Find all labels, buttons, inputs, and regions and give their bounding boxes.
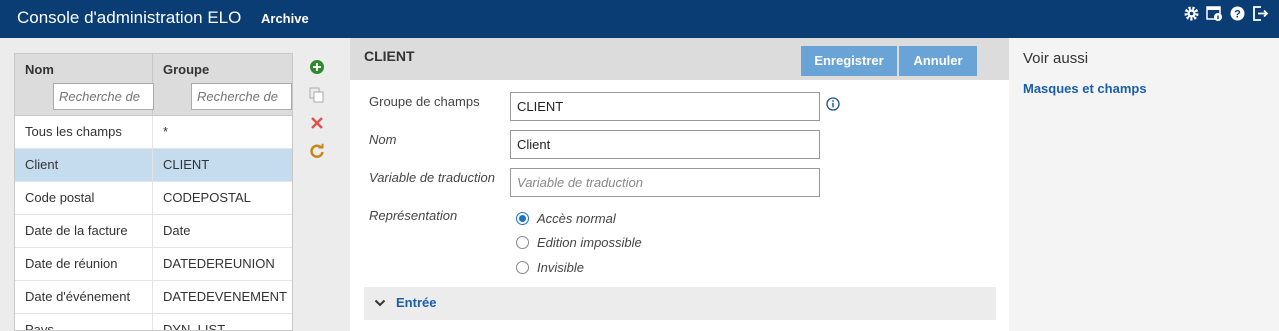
- radio-label: Accès normal: [537, 211, 616, 226]
- window-info-icon[interactable]: [1206, 5, 1223, 22]
- radio-edit-impossible[interactable]: Edition impossible: [516, 235, 642, 250]
- row-name: Tous les champs: [15, 116, 153, 149]
- table-row[interactable]: Date d'événement DATEDEVENEMENT: [15, 281, 292, 314]
- row-name: Date de réunion: [15, 248, 153, 281]
- table-row[interactable]: Pays DYN_LIST: [15, 314, 292, 331]
- add-icon[interactable]: [309, 59, 325, 75]
- table-row-selected[interactable]: Client CLIENT: [15, 149, 292, 182]
- row-group: CLIENT: [163, 157, 210, 172]
- translation-input[interactable]: Variable de traduction: [510, 168, 820, 197]
- see-also-panel: Voir aussi Masques et champs: [1009, 38, 1279, 331]
- column-group: Groupe: [153, 54, 292, 116]
- editor-title: CLIENT: [364, 48, 415, 64]
- row-name: Pays: [15, 314, 153, 330]
- help-icon[interactable]: ?: [1229, 5, 1246, 22]
- copy-icon[interactable]: [309, 87, 325, 103]
- section-entry[interactable]: Entrée: [364, 287, 996, 320]
- svg-text:?: ?: [1234, 9, 1241, 21]
- row-group: Date: [163, 223, 191, 238]
- table-row[interactable]: Date de la facture Date: [15, 215, 292, 248]
- editor-panel: CLIENT Enregistrer Annuler Groupe de cha…: [350, 38, 1009, 331]
- translation-label: Variable de traduction: [369, 170, 495, 185]
- group-label: Groupe de champs: [369, 94, 480, 109]
- row-group: DYN_LIST: [163, 322, 226, 331]
- logout-icon[interactable]: [1252, 5, 1269, 22]
- radio-invisible[interactable]: Invisible: [516, 260, 584, 275]
- radio-unchecked-icon: [516, 236, 529, 249]
- column-name: Nom: [15, 54, 154, 116]
- table-row[interactable]: Date de réunion DATEDEREUNION: [15, 248, 292, 281]
- see-also-title: Voir aussi: [1023, 50, 1089, 67]
- fields-table: Nom Groupe Tous les champs * Client CLIE…: [14, 53, 293, 331]
- table-row[interactable]: Code postal CODEPOSTAL: [15, 182, 292, 215]
- delete-icon[interactable]: [309, 115, 325, 131]
- masks-fields-link[interactable]: Masques et champs: [1023, 81, 1147, 96]
- cancel-button[interactable]: Annuler: [899, 46, 977, 76]
- group-filter-input[interactable]: [191, 83, 292, 110]
- save-button[interactable]: Enregistrer: [801, 46, 897, 76]
- row-name: Date d'événement: [15, 281, 153, 314]
- header-icons: ?: [1183, 5, 1269, 22]
- refresh-icon[interactable]: [309, 143, 325, 159]
- chevron-down-icon: [374, 297, 386, 309]
- row-group: *: [163, 124, 169, 139]
- editor-header: CLIENT Enregistrer Annuler: [350, 38, 1009, 80]
- list-toolbar: [309, 59, 329, 171]
- name-filter-input[interactable]: [53, 83, 154, 110]
- row-group: CODEPOSTAL: [163, 190, 251, 205]
- radio-label: Edition impossible: [537, 235, 642, 250]
- app-title: Console d'administration ELO: [17, 8, 242, 27]
- row-name: Client: [15, 149, 153, 182]
- table-header: Nom Groupe: [15, 54, 292, 116]
- gear-icon[interactable]: [1183, 5, 1200, 22]
- representation-label: Représentation: [369, 208, 458, 223]
- name-input[interactable]: Client: [510, 130, 820, 159]
- column-group-label: Groupe: [163, 62, 210, 77]
- row-group: DATEDEVENEMENT: [163, 289, 287, 304]
- radio-normal-access[interactable]: Accès normal: [516, 211, 616, 226]
- info-icon[interactable]: [826, 97, 840, 111]
- table-row[interactable]: Tous les champs *: [15, 116, 292, 149]
- group-input[interactable]: CLIENT: [510, 92, 820, 121]
- radio-label: Invisible: [537, 260, 584, 275]
- app-subtitle: Archive: [261, 11, 309, 26]
- radio-unchecked-icon: [516, 261, 529, 274]
- section-label: Entrée: [396, 295, 437, 310]
- app-header: Console d'administration ELO Archive ?: [0, 0, 1279, 38]
- row-name: Date de la facture: [15, 215, 153, 248]
- row-name: Code postal: [15, 182, 153, 215]
- name-label: Nom: [369, 132, 397, 147]
- column-name-label: Nom: [25, 62, 54, 77]
- radio-checked-icon: [516, 212, 529, 225]
- row-group: DATEDEREUNION: [163, 256, 275, 271]
- list-panel: Nom Groupe Tous les champs * Client CLIE…: [0, 38, 350, 331]
